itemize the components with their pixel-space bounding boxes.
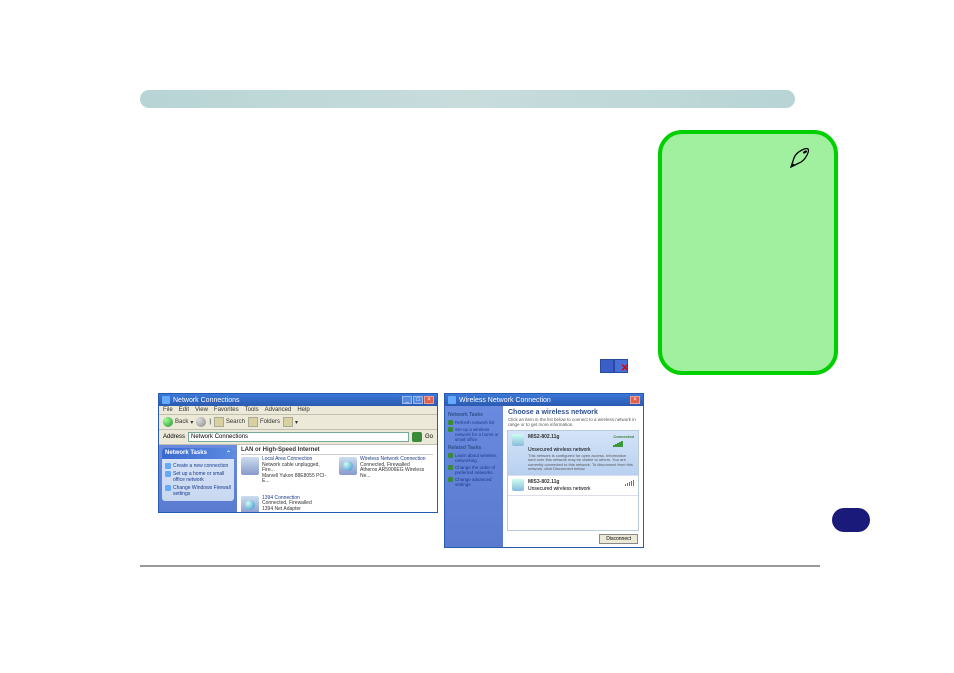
titlebar[interactable]: Network Connections _ □ × <box>159 394 437 406</box>
menu-view[interactable]: View <box>195 407 208 413</box>
connection-lan[interactable]: Local Area Connection Network cable unpl… <box>241 457 331 485</box>
connections-area: LAN or High-Speed Internet Local Area Co… <box>237 445 437 513</box>
disconnect-button[interactable]: Disconnect <box>599 534 638 544</box>
change-order[interactable]: Change the order of preferred networks <box>448 465 500 475</box>
task-firewall[interactable]: Change Windows Firewall settings <box>165 485 231 497</box>
wireless-sidebar: Network Tasks Refresh network list Set u… <box>445 406 503 547</box>
info-icon <box>448 453 453 458</box>
signal-icon <box>613 440 634 447</box>
group-header: LAN or High-Speed Internet <box>241 447 433 455</box>
wizard-icon <box>165 463 171 469</box>
footer-rule <box>140 565 820 567</box>
choose-network-heading: Choose a wireless network <box>503 406 643 417</box>
forward-button[interactable] <box>196 417 206 427</box>
wireless-connection-window: Wireless Network Connection × Network Ta… <box>444 393 644 548</box>
address-input[interactable]: Network Connections <box>188 432 409 442</box>
close-button[interactable]: × <box>630 396 640 404</box>
app-icon <box>448 396 456 404</box>
antenna-icon <box>512 479 524 491</box>
refresh-icon <box>448 420 453 425</box>
pen-icon <box>788 146 812 170</box>
toolbar: Back ▾ | Search Folders ▾ <box>159 415 437 430</box>
back-icon <box>163 417 173 427</box>
menu-edit[interactable]: Edit <box>179 407 189 413</box>
task-create-connection[interactable]: Create a new connection <box>165 463 231 469</box>
connection-1394[interactable]: 1394 Connection Connected, Firewalled 13… <box>241 496 331 514</box>
gear-icon <box>448 477 453 482</box>
firewire-icon <box>241 496 259 514</box>
side-header-2: Related Tasks <box>448 445 500 451</box>
window-title: Network Connections <box>173 397 240 404</box>
home-icon <box>165 471 171 477</box>
section-banner <box>140 90 795 108</box>
shield-icon <box>165 485 171 491</box>
menu-file[interactable]: File <box>163 407 173 413</box>
minimize-button[interactable]: _ <box>402 396 412 404</box>
collapse-icon: ⌃ <box>226 450 231 457</box>
views-button[interactable]: ▾ <box>283 417 298 427</box>
menubar[interactable]: File Edit View Favorites Tools Advanced … <box>159 406 437 415</box>
go-label: Go <box>425 434 433 440</box>
setup-wireless-network[interactable]: Set up a wireless network for a home or … <box>448 427 500 442</box>
wireless-main: Choose a wireless network Click an item … <box>503 406 643 547</box>
close-button[interactable]: × <box>424 396 434 404</box>
network-connections-window: Network Connections _ □ × File Edit View… <box>158 393 438 513</box>
wireless-icon <box>339 457 357 475</box>
network-tray-icon <box>600 359 628 373</box>
network-tasks-panel: Network Tasks ⌃ Create a new connection … <box>162 448 234 501</box>
setup-icon <box>448 427 453 432</box>
tasks-header[interactable]: Network Tasks ⌃ <box>162 448 234 459</box>
maximize-button[interactable]: □ <box>413 396 423 404</box>
choose-network-sub: Click an item in the list below to conne… <box>503 417 643 430</box>
task-setup-network[interactable]: Set up a home or small office network <box>165 471 231 483</box>
side-header-1: Network Tasks <box>448 412 500 418</box>
order-icon <box>448 465 453 470</box>
page-badge <box>832 508 870 532</box>
tasks-sidebar: Network Tasks ⌃ Create a new connection … <box>159 445 237 513</box>
go-button[interactable] <box>412 432 422 442</box>
forward-icon <box>196 417 206 427</box>
antenna-icon <box>512 434 524 446</box>
connection-wireless[interactable]: Wireless Network Connection Connected, F… <box>339 457 429 485</box>
app-icon <box>162 396 170 404</box>
note-callout <box>658 130 838 375</box>
network-item-2[interactable]: MIS3-802.11g Unsecured wireless network <box>508 476 638 496</box>
menu-help[interactable]: Help <box>297 407 309 413</box>
menu-favorites[interactable]: Favorites <box>214 407 239 413</box>
signal-icon <box>625 479 635 486</box>
titlebar[interactable]: Wireless Network Connection × <box>445 394 643 406</box>
window-title: Wireless Network Connection <box>459 397 551 404</box>
network-list: MIS2-802.11g Connected Unsecured wireles… <box>507 430 639 531</box>
back-button[interactable]: Back ▾ <box>163 417 193 427</box>
search-icon <box>214 417 224 427</box>
menu-tools[interactable]: Tools <box>245 407 259 413</box>
lan-icon <box>241 457 259 475</box>
menu-advanced[interactable]: Advanced <box>265 407 292 413</box>
advanced-settings[interactable]: Change advanced settings <box>448 477 500 487</box>
addressbar: Address Network Connections Go <box>159 430 437 445</box>
search-button[interactable]: Search <box>214 417 245 427</box>
folders-button[interactable]: Folders <box>248 417 280 427</box>
learn-wireless[interactable]: Learn about wireless networking <box>448 453 500 463</box>
network-item-1[interactable]: MIS2-802.11g Connected Unsecured wireles… <box>508 431 638 476</box>
folders-icon <box>248 417 258 427</box>
refresh-network-list[interactable]: Refresh network list <box>448 420 500 425</box>
address-label: Address <box>163 434 185 440</box>
views-icon <box>283 417 293 427</box>
